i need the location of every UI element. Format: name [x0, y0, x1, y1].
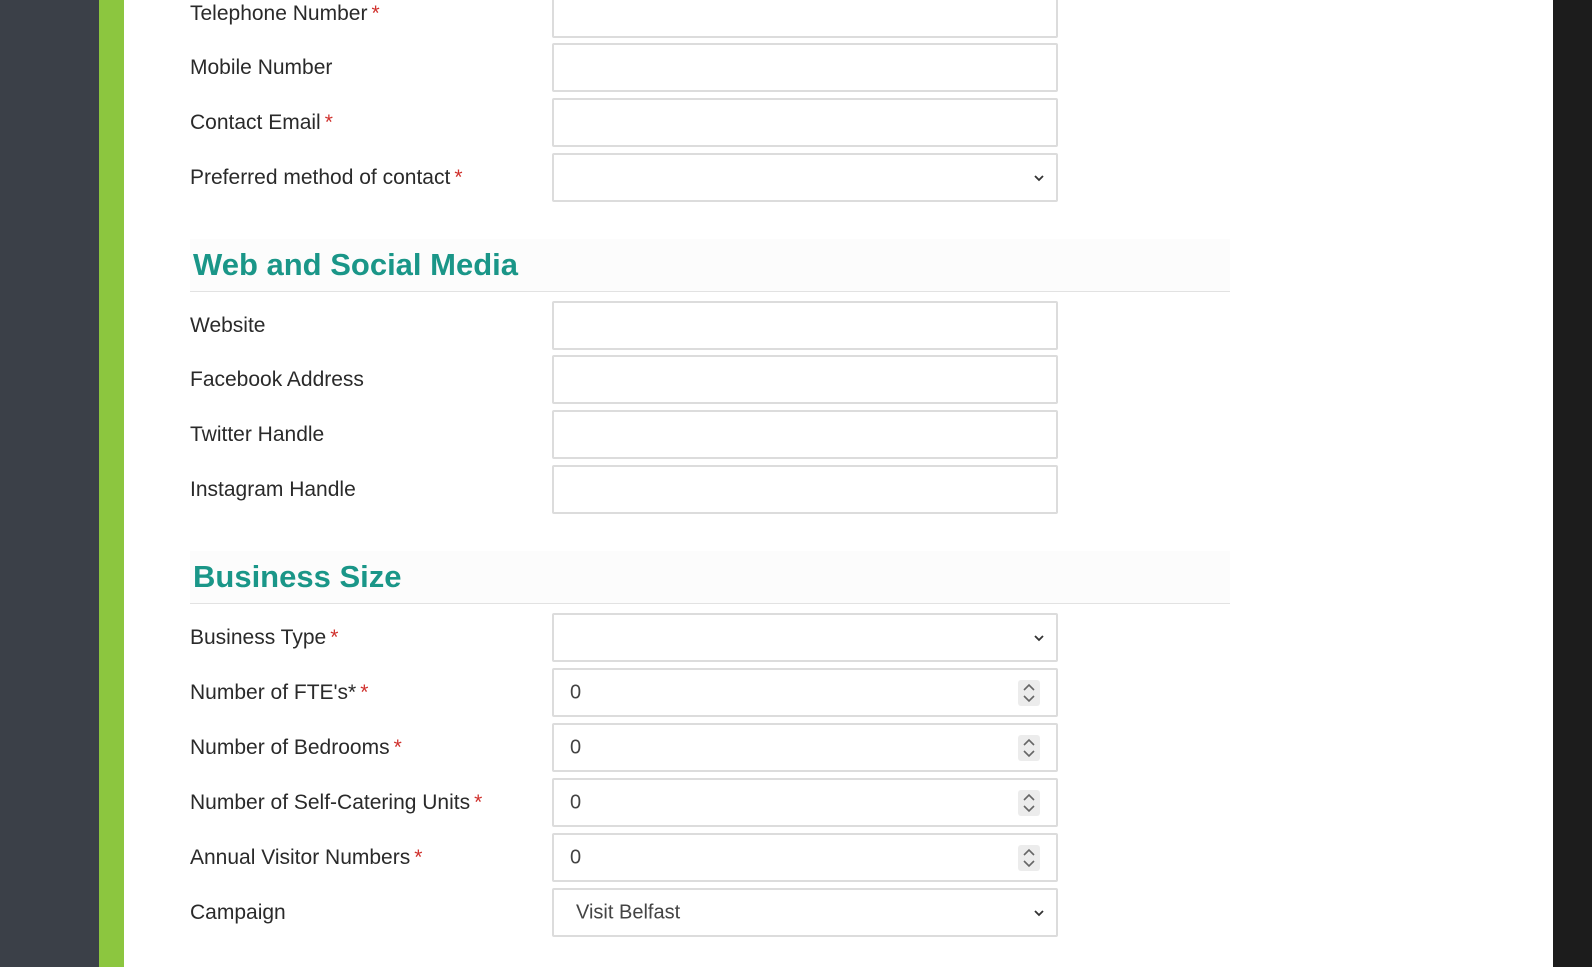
fte-number-input[interactable]: 0 [552, 668, 1058, 717]
email-label: Contact Email * [190, 111, 333, 134]
fte-row: Number of FTE's* * 0 [190, 668, 1058, 718]
business-size-section-header: Business Size [190, 551, 1230, 604]
email-row: Contact Email * [190, 98, 1058, 148]
web-social-section-header: Web and Social Media [190, 239, 1230, 292]
chevron-down-icon [1034, 174, 1044, 181]
twitter-input[interactable] [552, 410, 1058, 459]
instagram-row: Instagram Handle [190, 465, 1058, 515]
chevron-down-icon [1034, 909, 1044, 916]
bedrooms-row: Number of Bedrooms * 0 [190, 723, 1058, 773]
campaign-row: Campaign Visit Belfast [190, 888, 1058, 938]
visitors-label: Annual Visitor Numbers * [190, 846, 423, 869]
instagram-label: Instagram Handle [190, 478, 356, 501]
mobile-row: Mobile Number [190, 43, 1058, 93]
form-content: Telephone Number * Mobile Number Contact … [124, 0, 1553, 967]
business-type-select[interactable] [552, 613, 1058, 662]
website-input[interactable] [552, 301, 1058, 350]
self-catering-row: Number of Self-Catering Units * 0 [190, 778, 1058, 828]
visitors-row: Annual Visitor Numbers * 0 [190, 833, 1058, 883]
email-input[interactable] [552, 98, 1058, 147]
stepper-icon[interactable] [1018, 679, 1040, 706]
website-label: Website [190, 314, 266, 337]
twitter-label: Twitter Handle [190, 423, 325, 446]
stepper-icon[interactable] [1018, 789, 1040, 816]
instagram-input[interactable] [552, 465, 1058, 514]
campaign-label: Campaign [190, 901, 286, 924]
mobile-label: Mobile Number [190, 56, 333, 79]
website-row: Website [190, 301, 1058, 351]
facebook-row: Facebook Address [190, 355, 1058, 405]
telephone-row: Telephone Number * [190, 0, 1058, 39]
preferred-contact-select[interactable] [552, 153, 1058, 202]
stepper-icon[interactable] [1018, 734, 1040, 761]
campaign-select[interactable]: Visit Belfast [552, 888, 1058, 937]
window-edge [1553, 0, 1592, 967]
section-title: Web and Social Media [193, 247, 519, 282]
bedrooms-label: Number of Bedrooms * [190, 736, 402, 759]
accent-stripe [99, 0, 124, 967]
mobile-input[interactable] [552, 43, 1058, 92]
telephone-input[interactable] [552, 0, 1058, 38]
business-type-label: Business Type * [190, 626, 339, 649]
preferred-contact-label: Preferred method of contact * [190, 166, 463, 189]
stepper-icon[interactable] [1018, 844, 1040, 871]
facebook-input[interactable] [552, 355, 1058, 404]
business-type-row: Business Type * [190, 613, 1058, 663]
bedrooms-number-input[interactable]: 0 [552, 723, 1058, 772]
self-catering-number-input[interactable]: 0 [552, 778, 1058, 827]
telephone-label: Telephone Number * [190, 2, 380, 25]
visitors-number-input[interactable]: 0 [552, 833, 1058, 882]
facebook-label: Facebook Address [190, 368, 364, 391]
preferred-contact-row: Preferred method of contact * [190, 153, 1058, 203]
chevron-down-icon [1034, 634, 1044, 641]
section-title: Business Size [193, 559, 402, 594]
self-catering-label: Number of Self-Catering Units * [190, 791, 483, 814]
twitter-row: Twitter Handle [190, 410, 1058, 460]
fte-label: Number of FTE's* * [190, 681, 369, 704]
